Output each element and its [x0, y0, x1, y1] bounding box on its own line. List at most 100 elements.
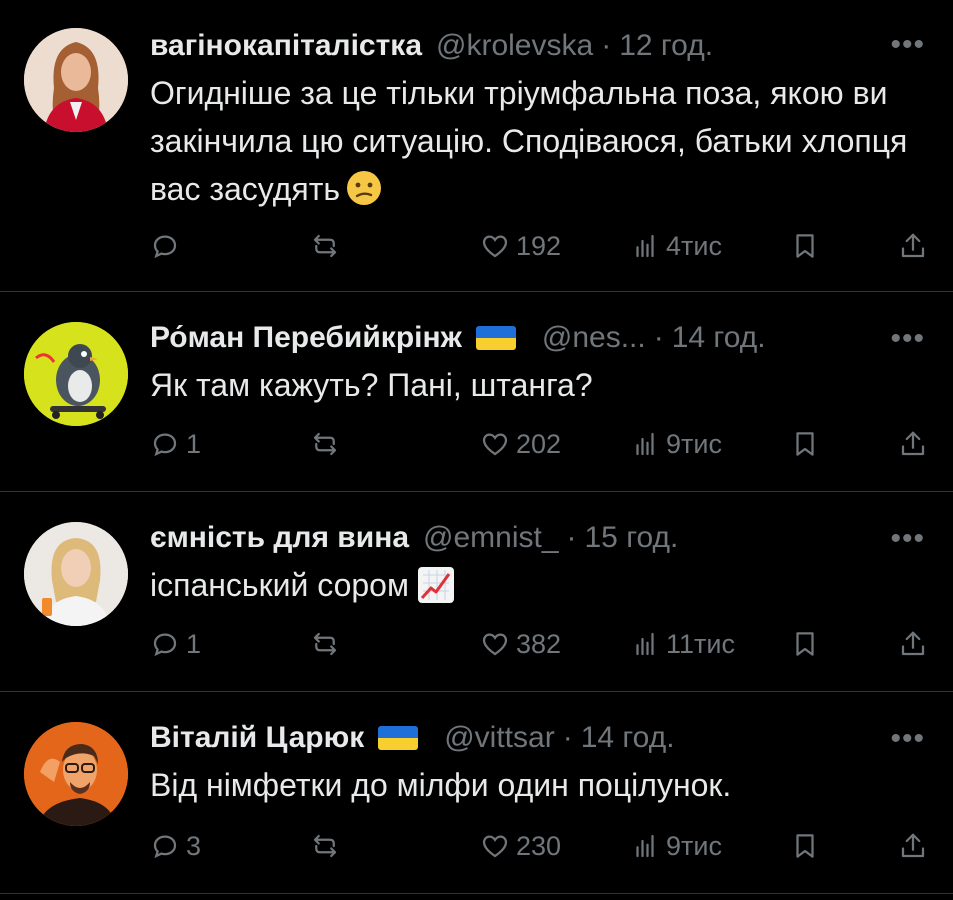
- tweet-text-content: Як там кажуть? Пані, штанга?: [150, 367, 593, 403]
- retweet-button[interactable]: [310, 624, 340, 664]
- views-button[interactable]: 11тис: [630, 624, 735, 664]
- user-handle[interactable]: @krolevska: [436, 29, 593, 63]
- tweet-text: Як там кажуть? Пані, штанга?: [150, 361, 933, 409]
- tweet[interactable]: ємність для вина @emnist_ · 15 год. ••• …: [0, 492, 953, 692]
- bookmark-button[interactable]: [790, 826, 820, 866]
- user-handle[interactable]: @emnist_: [423, 521, 559, 555]
- bookmark-button[interactable]: [790, 424, 820, 464]
- more-options-icon[interactable]: •••: [890, 722, 925, 756]
- tweet-actions: 1 382 11тис: [150, 624, 933, 664]
- retweet-button[interactable]: [310, 826, 340, 866]
- tweet-text-content: іспанський сором: [150, 567, 409, 603]
- share-button[interactable]: [898, 826, 928, 866]
- avatar[interactable]: [24, 322, 128, 426]
- retweet-icon: [313, 834, 337, 858]
- reply-icon: [153, 433, 177, 457]
- display-name[interactable]: вагінокапіталістка: [150, 29, 422, 63]
- view-count: 11тис: [666, 628, 735, 659]
- tweet[interactable]: Ро́ман Перебийкрінж @nes... · 14 год. ••…: [0, 292, 953, 492]
- reply-count: 3: [186, 830, 202, 861]
- tweet[interactable]: вагінокапіталістка @krolevska · 12 год. …: [0, 0, 953, 292]
- display-name[interactable]: Ро́ман Перебийкрінж: [150, 321, 462, 355]
- bookmark-icon: [796, 632, 814, 656]
- reply-icon: [153, 835, 177, 859]
- retweet-icon: [313, 432, 337, 456]
- display-name[interactable]: ємність для вина: [150, 521, 409, 555]
- views-button[interactable]: 9тис: [630, 424, 722, 464]
- tweet-header: вагінокапіталістка @krolevska · 12 год.: [150, 26, 923, 66]
- timestamp[interactable]: 14 год.: [672, 321, 766, 355]
- reply-button[interactable]: 3: [150, 826, 201, 866]
- heart-icon: [482, 835, 508, 858]
- like-count: 192: [516, 230, 562, 261]
- views-button[interactable]: 9тис: [630, 826, 722, 866]
- bookmark-icon: [796, 432, 814, 456]
- bookmark-button[interactable]: [790, 226, 820, 266]
- reply-button[interactable]: [150, 226, 186, 266]
- view-count: 9тис: [666, 428, 722, 459]
- tweet[interactable]: Віталій Царюк @vittsar · 14 год. ••• Від…: [0, 692, 953, 894]
- more-options-icon[interactable]: •••: [890, 28, 925, 62]
- tweet-actions: 3 230 9тис: [150, 826, 933, 866]
- reply-button[interactable]: 1: [150, 424, 201, 464]
- tweet-header: Віталій Царюк @vittsar · 14 год.: [150, 718, 923, 758]
- views-icon: [636, 632, 654, 656]
- tweet-text-content: Огидніше за це тільки тріумфальна поза, …: [150, 75, 908, 207]
- heart-icon: [482, 433, 508, 456]
- like-button[interactable]: 382: [480, 624, 561, 664]
- share-button[interactable]: [898, 226, 928, 266]
- view-count: 9тис: [666, 830, 722, 861]
- display-name[interactable]: Віталій Царюк: [150, 721, 364, 755]
- tweet-text: іспанський сором: [150, 561, 933, 609]
- like-button[interactable]: 202: [480, 424, 561, 464]
- share-button[interactable]: [898, 624, 928, 664]
- bookmark-button[interactable]: [790, 624, 820, 664]
- like-button[interactable]: 230: [480, 826, 561, 866]
- tweet-header: Ро́ман Перебийкрінж @nes... · 14 год.: [150, 318, 923, 358]
- ukraine-flag-icon: [475, 326, 516, 350]
- tweet-text-content: Від німфетки до мілфи один поцілунок.: [150, 767, 732, 803]
- views-icon: [636, 834, 654, 858]
- reply-icon: [153, 235, 177, 259]
- tweet-header: ємність для вина @emnist_ · 15 год.: [150, 518, 923, 558]
- tweet-actions: 1 202 9тис: [150, 424, 933, 464]
- separator-dot: ·: [562, 721, 573, 754]
- share-icon: [901, 631, 925, 656]
- timestamp[interactable]: 14 год.: [581, 721, 675, 755]
- reply-count: 1: [186, 428, 202, 459]
- tweet-feed: вагінокапіталістка @krolevska · 12 год. …: [0, 0, 953, 900]
- user-handle[interactable]: @vittsar: [444, 721, 554, 755]
- like-count: 382: [516, 628, 562, 659]
- user-handle[interactable]: @nes...: [542, 321, 646, 355]
- more-options-icon[interactable]: •••: [890, 322, 925, 356]
- heart-icon: [482, 235, 508, 258]
- share-icon: [901, 833, 925, 858]
- like-button[interactable]: 192: [480, 226, 561, 266]
- retweet-icon: [313, 234, 337, 258]
- view-count: 4тис: [666, 230, 722, 261]
- separator-dot: ·: [566, 521, 577, 554]
- tweet-actions: 192 4тис: [150, 226, 933, 266]
- tweet-text: Від німфетки до мілфи один поцілунок.: [150, 761, 933, 809]
- avatar[interactable]: [24, 28, 128, 132]
- like-count: 202: [516, 428, 562, 459]
- timestamp[interactable]: 15 год.: [585, 521, 679, 555]
- reply-button[interactable]: 1: [150, 624, 201, 664]
- chart-increasing-icon: [417, 566, 455, 604]
- ukraine-flag-icon: [378, 726, 419, 750]
- retweet-icon: [313, 632, 337, 656]
- confused-face-icon: [346, 170, 382, 206]
- views-icon: [636, 432, 654, 456]
- views-button[interactable]: 4тис: [630, 226, 722, 266]
- retweet-button[interactable]: [310, 424, 340, 464]
- avatar[interactable]: [24, 722, 128, 826]
- views-icon: [636, 234, 654, 258]
- bookmark-icon: [796, 234, 814, 258]
- more-options-icon[interactable]: •••: [890, 522, 925, 556]
- timestamp[interactable]: 12 год.: [619, 29, 713, 63]
- share-icon: [901, 233, 925, 258]
- retweet-button[interactable]: [310, 226, 340, 266]
- share-button[interactable]: [898, 424, 928, 464]
- avatar[interactable]: [24, 522, 128, 626]
- bookmark-icon: [796, 834, 814, 858]
